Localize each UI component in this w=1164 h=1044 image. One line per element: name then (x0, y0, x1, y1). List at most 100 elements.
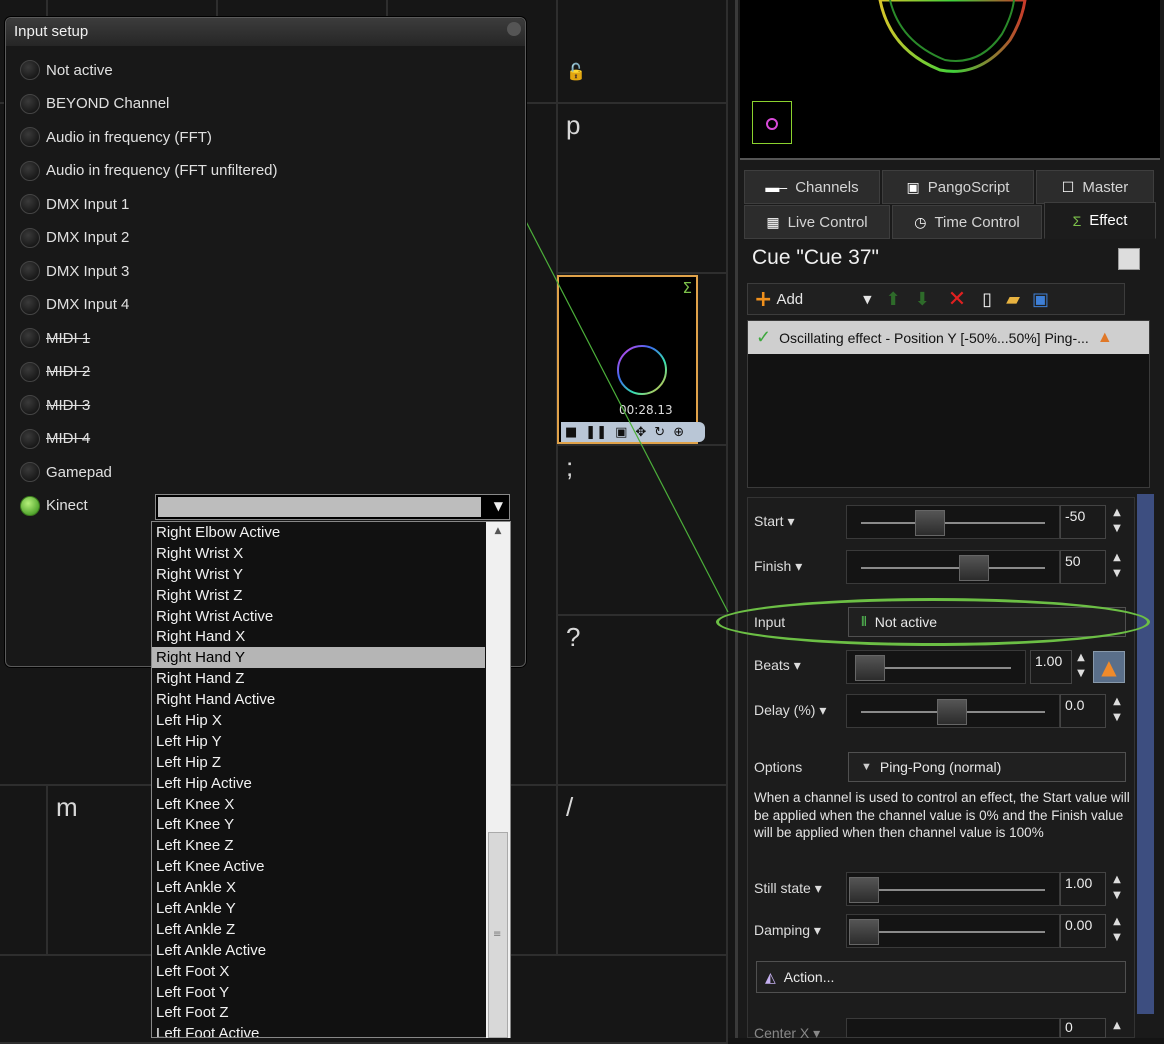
radio-led-icon[interactable] (20, 294, 40, 315)
radio-led-icon[interactable] (20, 60, 40, 80)
still-state-spinner[interactable]: ▲ ▼ (1108, 872, 1126, 906)
input-option-row[interactable]: Gamepad (20, 462, 112, 482)
slider-knob[interactable] (937, 699, 967, 725)
list-item[interactable]: Left Foot Active (152, 1023, 510, 1037)
slider-knob[interactable] (959, 555, 989, 581)
list-item[interactable]: Right Wrist Z (152, 585, 510, 606)
add-dropdown-arrow-icon[interactable]: ▼ (863, 293, 871, 306)
input-option-row[interactable]: Not active (20, 60, 113, 80)
list-item[interactable]: Left Hip X (152, 710, 510, 731)
tab-pangoscript[interactable]: ▣ PangoScript (882, 170, 1034, 204)
input-option-row[interactable]: Audio in frequency (FFT unfiltered) (20, 160, 278, 181)
finish-value[interactable]: 50 (1060, 550, 1106, 584)
kinect-combo-field[interactable] (158, 497, 481, 517)
mini-preview[interactable] (752, 101, 792, 144)
tab-effect[interactable]: Σ Effect (1044, 202, 1156, 239)
still-state-slider[interactable] (846, 872, 1060, 906)
start-value[interactable]: -50 (1060, 505, 1106, 539)
input-option-row[interactable]: DMX Input 1 (20, 194, 129, 214)
slider-knob[interactable] (855, 655, 885, 681)
radio-led-icon[interactable] (20, 160, 40, 181)
start-slider[interactable] (846, 505, 1060, 539)
new-file-icon[interactable]: ▯ (982, 289, 992, 310)
list-item[interactable]: Left Knee Z (152, 835, 510, 856)
still-state-value[interactable]: 1.00 (1060, 872, 1106, 906)
grid-cell[interactable] (0, 784, 48, 956)
delay-label[interactable]: Delay (%) ▾ (754, 702, 826, 719)
list-item[interactable]: Left Hip Z (152, 752, 510, 773)
cue-properties-icon[interactable] (1118, 248, 1140, 270)
list-item[interactable]: Right Wrist Active (152, 606, 510, 627)
slider-knob[interactable] (849, 877, 879, 903)
list-item[interactable]: Left Knee X (152, 794, 510, 815)
move-down-icon[interactable]: ⬇ (915, 289, 930, 310)
input-option-row[interactable]: MIDI 1 (20, 328, 90, 348)
properties-scrollbar[interactable] (1137, 494, 1154, 1014)
chevron-down-icon[interactable]: ▼ (494, 499, 503, 513)
list-item[interactable]: Left Foot Z (152, 1002, 510, 1023)
radio-led-icon[interactable] (20, 361, 40, 382)
slider-knob[interactable] (915, 510, 945, 536)
input-option-row[interactable]: BEYOND Channel (20, 93, 169, 114)
list-item[interactable]: Right Elbow Active (152, 522, 510, 543)
list-item[interactable]: Right Wrist Y (152, 564, 510, 585)
damping-label[interactable]: Damping ▾ (754, 922, 821, 939)
list-item[interactable]: Right Hand X (152, 626, 510, 647)
start-spinner[interactable]: ▲ ▼ (1108, 505, 1126, 539)
center-x-label[interactable]: Center X ▾ (754, 1025, 820, 1042)
beats-spinner[interactable]: ▲ ▼ (1072, 650, 1090, 684)
dropdown-scroll-thumb[interactable]: ≡ (488, 832, 508, 1038)
list-item[interactable]: Right Hand Active (152, 689, 510, 710)
damping-value[interactable]: 0.00 (1060, 914, 1106, 948)
delay-slider[interactable] (846, 694, 1060, 728)
still-state-label[interactable]: Still state ▾ (754, 880, 822, 897)
tab-time-control[interactable]: ◷ Time Control (892, 205, 1042, 239)
delete-icon[interactable]: ✕ (948, 287, 966, 312)
save-icon[interactable]: ▣ (1032, 289, 1049, 310)
input-option-row[interactable]: DMX Input 2 (20, 227, 129, 248)
slider-knob[interactable] (849, 919, 879, 945)
list-item[interactable]: Right Hand Z (152, 668, 510, 689)
finish-spinner[interactable]: ▲ ▼ (1108, 550, 1126, 584)
radio-led-icon[interactable] (20, 127, 40, 147)
center-x-slider[interactable] (846, 1018, 1060, 1038)
radio-led-icon[interactable] (20, 428, 40, 449)
close-icon[interactable] (507, 22, 521, 36)
start-label[interactable]: Start ▾ (754, 513, 795, 530)
grid-cell[interactable]: ? (556, 614, 728, 786)
tab-master[interactable]: ☐ Master (1036, 170, 1154, 204)
input-option-row[interactable]: MIDI 2 (20, 361, 90, 382)
damping-slider[interactable] (846, 914, 1060, 948)
list-item[interactable]: Left Ankle Z (152, 919, 510, 940)
tab-live-control[interactable]: ▦ Live Control (744, 205, 890, 239)
list-item[interactable]: Left Hip Y (152, 731, 510, 752)
action-button[interactable]: ◭ Action... (756, 961, 1126, 993)
list-item[interactable]: Left Foot X (152, 961, 510, 982)
grid-cell[interactable]: / (556, 784, 728, 956)
beats-slider[interactable] (846, 650, 1026, 684)
kinect-channel-combo[interactable]: ▼ (155, 494, 510, 520)
list-item[interactable]: ✓ Oscillating effect - Position Y [-50%.… (748, 321, 1149, 354)
add-button[interactable]: Add (776, 291, 803, 308)
input-option-row[interactable]: MIDI 4 (20, 428, 90, 449)
tab-channels[interactable]: ▬– Channels (744, 170, 880, 204)
options-selector[interactable]: ▼ Ping-Pong (normal) (848, 752, 1126, 782)
input-option-row[interactable]: MIDI 3 (20, 395, 90, 415)
scroll-up-icon[interactable]: ▲ (486, 526, 510, 536)
radio-led-icon[interactable] (20, 462, 40, 482)
center-x-value[interactable]: 0 (1060, 1018, 1106, 1038)
delay-value[interactable]: 0.0 (1060, 694, 1106, 728)
radio-led-icon[interactable] (20, 261, 40, 281)
list-item[interactable]: Left Ankle Active (152, 940, 510, 961)
radio-led-icon[interactable] (20, 328, 40, 348)
finish-label[interactable]: Finish ▾ (754, 558, 802, 575)
metronome-icon[interactable]: ▲ (1093, 651, 1125, 683)
open-folder-icon[interactable]: ▰ (1006, 289, 1020, 310)
radio-led-icon[interactable] (20, 93, 40, 114)
radio-led-icon[interactable] (20, 194, 40, 214)
list-item[interactable]: Left Foot Y (152, 982, 510, 1003)
window-title-bar[interactable]: Input setup (6, 18, 525, 46)
list-item[interactable]: Right Hand Y (152, 647, 485, 669)
radio-led-icon[interactable] (20, 227, 40, 248)
radio-led-icon[interactable] (20, 495, 40, 516)
